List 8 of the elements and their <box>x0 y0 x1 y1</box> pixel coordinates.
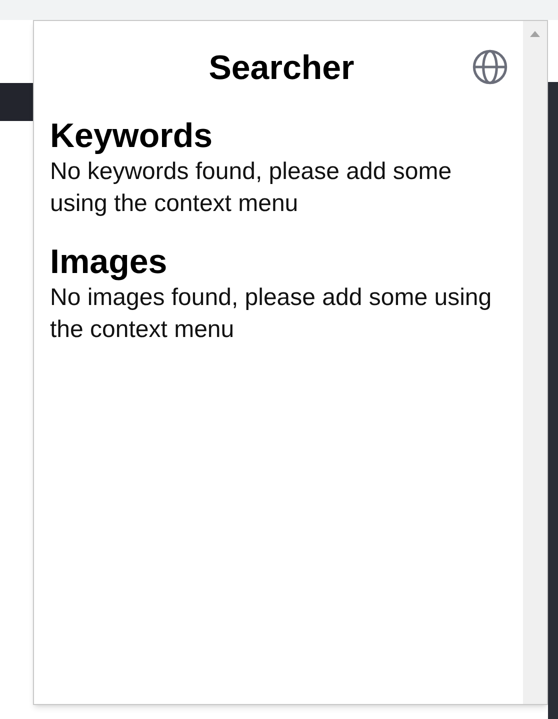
empty-message: No images found, please add some using the context menu <box>50 283 493 345</box>
empty-message: No keywords found, please add some using the context menu <box>50 157 453 219</box>
scroll-up-arrow-icon <box>530 31 540 37</box>
section-heading: Keywords <box>50 116 214 156</box>
section-heading: Images <box>50 242 168 282</box>
page-header-bar <box>0 83 33 121</box>
globe-icon <box>471 48 509 86</box>
popup-title: Searcher <box>208 48 354 89</box>
